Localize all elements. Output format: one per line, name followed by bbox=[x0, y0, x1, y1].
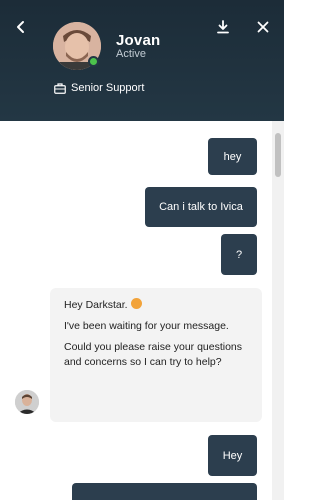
message-text: Hey bbox=[222, 449, 243, 462]
agent-message: Hey Darkstar. I've been waiting for your… bbox=[50, 288, 262, 422]
message-line: I've been waiting for your message. bbox=[64, 320, 229, 332]
download-button[interactable] bbox=[212, 16, 234, 38]
scrollbar-thumb[interactable] bbox=[275, 133, 281, 177]
user-message bbox=[72, 483, 257, 500]
message-text: Can i talk to Ivica bbox=[159, 201, 243, 213]
download-icon bbox=[217, 20, 229, 34]
team-badge: Senior Support bbox=[54, 82, 144, 94]
message-text: ? bbox=[235, 248, 243, 261]
agent-name: Jovan bbox=[116, 32, 161, 49]
agent-avatar-small bbox=[15, 390, 39, 414]
close-icon bbox=[257, 21, 269, 33]
back-button[interactable] bbox=[10, 16, 32, 38]
user-message: ? bbox=[221, 234, 257, 275]
chevron-left-icon bbox=[17, 21, 24, 33]
chat-header: Jovan Active Senior Support bbox=[0, 0, 284, 121]
message-text: hey bbox=[223, 150, 242, 163]
team-label: Senior Support bbox=[71, 82, 145, 94]
user-message: Can i talk to Ivica bbox=[145, 187, 257, 227]
message-list[interactable]: hey Can i talk to Ivica ? Hey Darkstar. … bbox=[0, 121, 272, 500]
smiling-face-emoji bbox=[130, 298, 142, 309]
user-message: hey bbox=[208, 138, 257, 175]
message-line: Hey Darkstar. bbox=[64, 299, 128, 311]
close-button[interactable] bbox=[252, 16, 274, 38]
user-message: Hey bbox=[208, 435, 257, 476]
online-status-dot bbox=[88, 56, 99, 67]
scrollbar[interactable] bbox=[272, 121, 284, 500]
briefcase-icon bbox=[54, 82, 66, 94]
agent-status: Active bbox=[116, 48, 146, 60]
message-line: Could you please raise your questions an… bbox=[64, 341, 243, 368]
